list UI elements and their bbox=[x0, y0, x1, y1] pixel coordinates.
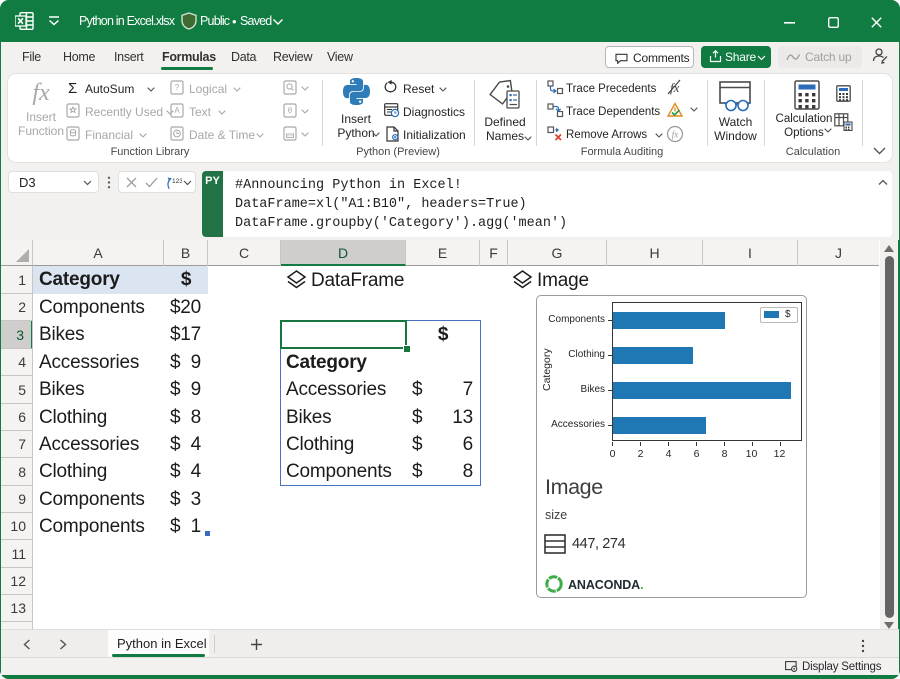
svg-text:123: 123 bbox=[172, 178, 182, 185]
svg-text:θ: θ bbox=[288, 106, 293, 115]
svg-text:?: ? bbox=[175, 83, 180, 92]
svg-text:A: A bbox=[174, 106, 180, 115]
svg-text:fx: fx bbox=[672, 130, 679, 140]
